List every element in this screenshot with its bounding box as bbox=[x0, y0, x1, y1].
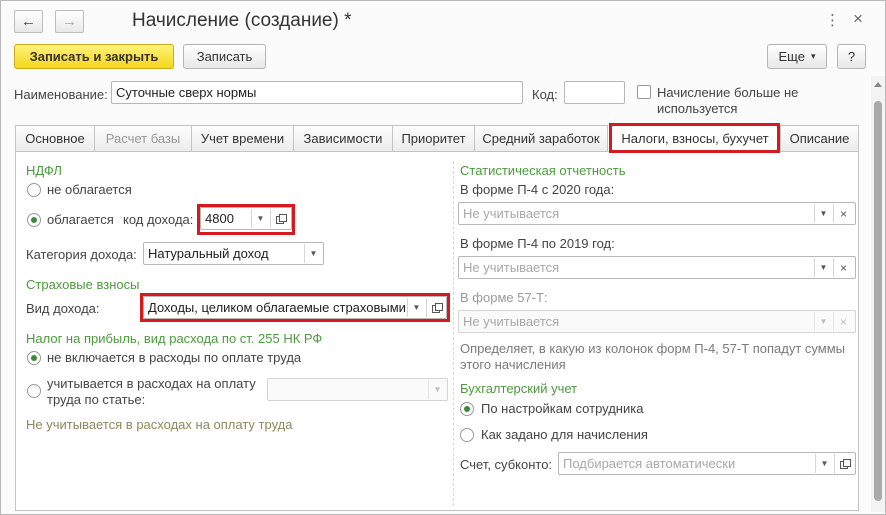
counted-label: учитывается в расходах на оплату труда п… bbox=[47, 376, 256, 408]
taxed-radio[interactable] bbox=[27, 213, 41, 227]
f57t-field: Не учитывается ▼ × bbox=[458, 310, 856, 333]
tab-main[interactable]: Основное bbox=[15, 125, 95, 152]
income-code-label: код дохода: bbox=[123, 212, 194, 227]
p4-2020-label: В форме П-4 с 2020 года: bbox=[460, 182, 615, 197]
not-included-label: не включается в расходы по оплате труда bbox=[47, 350, 302, 365]
tab-average-earnings[interactable]: Средний заработок bbox=[474, 125, 608, 152]
name-value: Суточные сверх нормы bbox=[116, 85, 257, 100]
more-menu-icon[interactable]: ⋮ bbox=[825, 13, 840, 29]
p4-2019-placeholder: Не учитывается bbox=[463, 260, 560, 275]
p4-2020-placeholder: Не учитывается bbox=[463, 206, 560, 221]
code-field[interactable] bbox=[564, 81, 625, 104]
scroll-up-icon[interactable] bbox=[874, 82, 882, 87]
name-label: Наименование: bbox=[14, 87, 108, 102]
tab-description[interactable]: Описание bbox=[780, 125, 859, 152]
dropdown-arrow-icon[interactable]: ▼ bbox=[304, 244, 322, 263]
save-button[interactable]: Записать bbox=[183, 44, 266, 69]
profit-tax-section-title: Налог на прибыль, вид расхода по ст. 255… bbox=[26, 331, 323, 346]
vertical-scrollbar[interactable] bbox=[871, 76, 885, 512]
dropdown-arrow-icon: ▼ bbox=[814, 312, 832, 331]
tab-base-calc[interactable]: Расчет базы bbox=[94, 125, 192, 152]
not-counted-hint: Не учитывается в расходах на оплату труд… bbox=[26, 417, 293, 432]
tab-highlight-frame bbox=[609, 123, 780, 153]
unused-label-line1: Начисление больше не bbox=[657, 85, 799, 100]
account-placeholder: Подбирается автоматически bbox=[563, 456, 736, 471]
f57t-placeholder: Не учитывается bbox=[463, 314, 560, 329]
dropdown-arrow-icon[interactable]: ▼ bbox=[428, 380, 446, 399]
f57t-label: В форме 57-Т: bbox=[460, 290, 548, 305]
insurance-section-title: Страховые взносы bbox=[26, 277, 140, 292]
income-category-value: Натуральный доход bbox=[148, 246, 269, 261]
ndfl-section-title: НДФЛ bbox=[26, 163, 62, 178]
arrow-left-icon: ← bbox=[21, 13, 36, 30]
not-taxed-label: не облагается bbox=[47, 182, 132, 197]
as-set-label: Как задано для начисления bbox=[481, 427, 648, 442]
unused-checkbox[interactable] bbox=[637, 85, 651, 99]
income-kind-label: Вид дохода: bbox=[26, 301, 100, 316]
stat-hint: Определяет, в какую из колонок форм П-4,… bbox=[460, 341, 845, 373]
p4-2019-field[interactable]: Не учитывается ▼ × bbox=[458, 256, 856, 279]
accounting-section-title: Бухгалтерский учет bbox=[460, 381, 578, 396]
unused-label-line2: используется bbox=[657, 101, 738, 116]
account-field[interactable]: Подбирается автоматически ▼ bbox=[558, 452, 856, 475]
help-button[interactable]: ? bbox=[837, 44, 866, 69]
tab-priority[interactable]: Приоритет bbox=[392, 125, 475, 152]
income-kind-highlight-frame bbox=[140, 293, 450, 322]
dropdown-arrow-icon[interactable]: ▼ bbox=[815, 454, 833, 473]
account-label: Счет, субконто: bbox=[460, 457, 553, 472]
close-icon[interactable]: × bbox=[853, 10, 863, 27]
name-field[interactable]: Суточные сверх нормы bbox=[111, 81, 523, 104]
stat-hint-line2: этого начисления bbox=[460, 357, 566, 372]
dropdown-arrow-icon[interactable]: ▼ bbox=[814, 204, 832, 223]
page-title: Начисление (создание) * bbox=[132, 10, 352, 31]
income-category-label: Категория дохода: bbox=[26, 247, 137, 262]
clear-icon[interactable]: × bbox=[833, 204, 853, 223]
not-taxed-radio[interactable] bbox=[27, 183, 41, 197]
counted-label-line1: учитывается в расходах на оплату bbox=[47, 376, 256, 391]
counted-radio[interactable] bbox=[27, 384, 41, 398]
as-set-radio[interactable] bbox=[460, 428, 474, 442]
expense-article-field[interactable]: ▼ bbox=[267, 378, 448, 401]
tab-time-accounting[interactable]: Учет времени bbox=[191, 125, 294, 152]
more-button[interactable]: Еще ▾ bbox=[767, 44, 827, 69]
code-label: Код: bbox=[532, 87, 558, 102]
stat-hint-line1: Определяет, в какую из колонок форм П-4,… bbox=[460, 341, 846, 356]
income-code-highlight-frame bbox=[197, 204, 295, 235]
more-button-label: Еще bbox=[778, 49, 805, 64]
by-employee-radio[interactable] bbox=[460, 402, 474, 416]
dropdown-arrow-icon[interactable]: ▼ bbox=[814, 258, 832, 277]
p4-2019-label: В форме П-4 по 2019 год: bbox=[460, 236, 615, 251]
p4-2020-field[interactable]: Не учитывается ▼ × bbox=[458, 202, 856, 225]
arrow-right-icon: → bbox=[62, 13, 77, 30]
chevron-down-icon: ▾ bbox=[810, 51, 816, 61]
clear-icon[interactable]: × bbox=[833, 258, 853, 277]
income-category-field[interactable]: Натуральный доход ▼ bbox=[143, 242, 324, 265]
clear-icon: × bbox=[833, 312, 853, 331]
tab-dependencies[interactable]: Зависимости bbox=[293, 125, 393, 152]
column-divider bbox=[453, 161, 454, 506]
forward-button[interactable]: → bbox=[55, 10, 84, 33]
back-button[interactable]: ← bbox=[14, 10, 43, 33]
form-window: ← → Начисление (создание) * ⋮ × Записать… bbox=[0, 0, 886, 515]
save-and-close-button[interactable]: Записать и закрыть bbox=[14, 44, 174, 69]
by-employee-label: По настройкам сотрудника bbox=[481, 401, 644, 416]
counted-label-line2: труда по статье: bbox=[47, 392, 146, 407]
taxed-label: облагается bbox=[47, 212, 114, 227]
unused-label: Начисление больше не используется bbox=[657, 85, 798, 117]
open-icon[interactable] bbox=[834, 454, 854, 473]
stat-section-title: Статистическая отчетность bbox=[460, 163, 626, 178]
not-included-radio[interactable] bbox=[27, 351, 41, 365]
scrollbar-thumb[interactable] bbox=[874, 101, 882, 501]
